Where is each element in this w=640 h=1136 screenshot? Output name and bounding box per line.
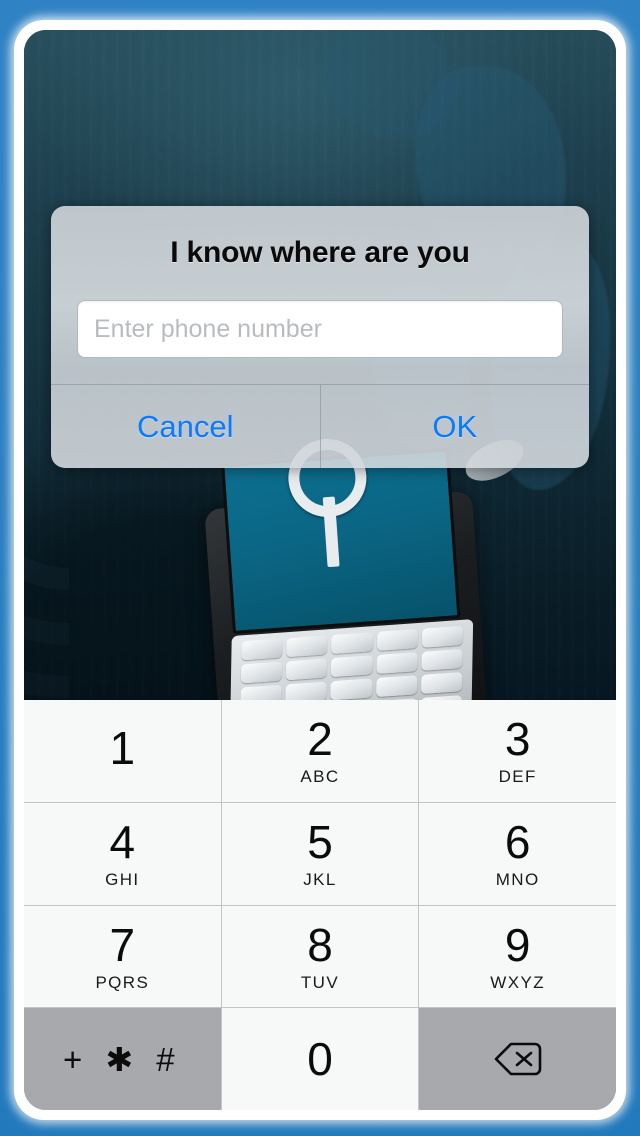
keypad-key-digit: 4 — [109, 816, 136, 869]
phone-illustration-key — [331, 632, 373, 655]
phone-illustration-key — [330, 678, 373, 701]
keypad-key-letters: JKL — [303, 870, 337, 890]
phone-illustration-key — [421, 648, 463, 671]
keypad-key-6[interactable]: 6 MNO — [419, 802, 616, 905]
keypad-key-digit: 3 — [504, 713, 531, 766]
keypad-key-9[interactable]: 9 WXYZ — [419, 905, 616, 1008]
keypad-key-digit: 2 — [307, 713, 333, 766]
keypad-key-5[interactable]: 5 JKL — [221, 802, 419, 905]
keypad-key-digit: 6 — [504, 816, 531, 869]
phone-illustration-key — [376, 652, 418, 675]
keypad-key-letters: WXYZ — [490, 972, 546, 992]
keypad-key-digit: 7 — [109, 918, 136, 971]
phone-illustration-key — [240, 661, 283, 684]
keypad-key-letters: MNO — [495, 870, 540, 890]
phone-illustration-key — [421, 625, 464, 648]
keypad-key-backspace[interactable] — [419, 1008, 616, 1110]
app-screen: I know where are you Cancel OK 1 2 ABC 3… — [24, 30, 616, 1110]
alert-dialog: I know where are you Cancel OK — [51, 206, 589, 468]
keypad-key-digit: 5 — [307, 816, 333, 869]
keypad-key-letters: ABC — [300, 767, 340, 787]
keypad-key-1[interactable]: 1 — [24, 700, 221, 802]
backspace-icon — [492, 1040, 544, 1078]
alert-button-row: Cancel OK — [51, 384, 589, 468]
phone-illustration — [204, 431, 530, 706]
keypad-key-2[interactable]: 2 ABC — [221, 700, 419, 802]
keypad-key-letters: TUV — [300, 972, 340, 992]
numeric-keypad: 1 2 ABC 3 DEF 4 GHI 5 JKL 6 MNO 7 PQRS 8… — [24, 700, 616, 1110]
phone-illustration-key — [331, 655, 373, 678]
app-frame: I know where are you Cancel OK 1 2 ABC 3… — [0, 0, 640, 1136]
phone-illustration-key — [286, 635, 328, 658]
keypad-key-digit: 0 — [307, 1033, 333, 1086]
phone-illustration-key — [285, 658, 328, 681]
keypad-key-4[interactable]: 4 GHI — [24, 802, 221, 905]
keypad-key-symbols[interactable]: + ✱ # — [24, 1008, 221, 1110]
keypad-symbols-label: + ✱ # — [63, 1040, 182, 1078]
phone-illustration-key — [376, 629, 418, 651]
keypad-key-0[interactable]: 0 — [221, 1008, 419, 1110]
alert-content: I know where are you — [51, 206, 589, 384]
keypad-key-3[interactable]: 3 DEF — [419, 700, 616, 802]
phone-illustration-key — [375, 675, 418, 698]
phone-illustration-key — [420, 672, 463, 694]
ok-button[interactable]: OK — [321, 385, 590, 468]
keypad-key-letters: PQRS — [95, 972, 150, 992]
keypad-key-digit: 9 — [504, 918, 531, 971]
keypad-key-8[interactable]: 8 TUV — [221, 905, 419, 1008]
keypad-key-digit: 1 — [109, 721, 136, 774]
alert-title: I know where are you — [170, 236, 470, 269]
keypad-key-letters: GHI — [105, 870, 140, 890]
phone-number-input[interactable] — [77, 300, 563, 358]
phone-illustration-key — [241, 638, 283, 661]
cancel-button[interactable]: Cancel — [51, 385, 320, 468]
keypad-key-digit: 8 — [307, 918, 333, 971]
keypad-key-7[interactable]: 7 PQRS — [24, 905, 221, 1008]
keypad-key-letters: DEF — [498, 767, 537, 787]
